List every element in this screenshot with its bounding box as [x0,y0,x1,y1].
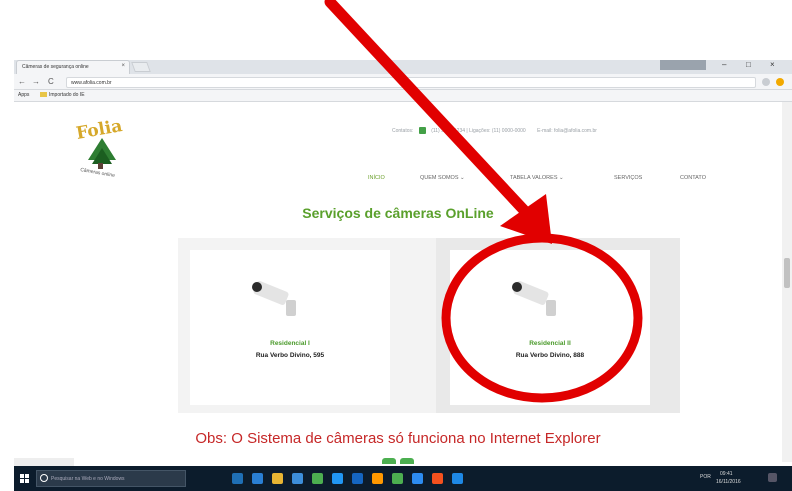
nav-quem-somos[interactable]: QUEM SOMOS ⌄ [420,175,465,181]
tray-time[interactable]: 09:41 [720,471,733,477]
app-icon[interactable] [352,473,363,484]
profile-chip[interactable] [660,60,706,70]
reload-icon[interactable]: C [48,77,54,86]
camera-mount [286,300,296,316]
close-tab-icon[interactable]: × [121,63,125,69]
card-1-address: Rua Verbo Divino, 595 [255,352,325,359]
app-icon[interactable] [332,473,343,484]
tree-icon-inner [92,148,112,164]
forward-icon[interactable]: → [32,77,40,86]
cortana-icon[interactable] [40,474,48,482]
nav-servicos[interactable]: SERVIÇOS [614,175,642,181]
app-icon[interactable] [372,473,383,484]
contact-email: E-mail: folia@afolia.com.br [537,127,597,134]
tree-trunk [98,163,103,169]
taskbar-search-input[interactable]: Pesquisar na Web e no Windows [36,470,186,487]
task-view-icon[interactable] [232,473,243,484]
new-tab-button[interactable] [131,62,151,72]
card-2-address: Rua Verbo Divino, 888 [515,352,585,359]
whatsapp-icon [418,127,426,134]
status-bar [14,458,74,466]
app-icon[interactable] [392,473,403,484]
camera-lens [512,282,522,292]
maximize-button[interactable]: □ [746,60,751,69]
float-button[interactable] [382,458,396,464]
nav-tabela-valores[interactable]: TABELA VALORES ⌄ [510,175,564,181]
bookmark-folder[interactable]: Importado do IE [40,92,85,98]
scrollbar-thumb[interactable] [784,258,790,288]
folder-icon [40,92,47,98]
camera-mount [546,300,556,316]
ie-icon[interactable] [452,473,463,484]
card-1-title[interactable]: Residencial I [190,340,390,347]
windows-start-icon[interactable] [20,474,30,484]
contact-phones: (11) 9000-1234 | Ligações: (11) 0000-000… [431,127,526,134]
tray-date[interactable]: 16/11/2016 [716,479,741,485]
app-icon[interactable] [412,473,423,484]
app-icon[interactable] [312,473,323,484]
camera-card-1[interactable] [190,250,390,405]
browser-tab[interactable]: Câmeras de segurança online × [16,60,130,74]
tab-title: Câmeras de segurança online [22,64,89,70]
camera-card-2[interactable] [450,250,650,405]
extension-icon[interactable] [762,78,770,86]
file-explorer-icon[interactable] [272,473,283,484]
notifications-icon[interactable] [768,473,777,482]
bookmarks-bar [14,90,792,102]
contact-strip: Contatos: (11) 9000-1234 | Ligações: (11… [392,127,597,134]
bookmark-apps[interactable]: Apps [18,92,29,98]
ie-only-note: Obs: O Sistema de câmeras só funciona no… [195,430,601,447]
nav-inicio[interactable]: INÍCIO [368,175,385,181]
section-title: Serviços de câmeras OnLine [302,205,494,221]
card-2-title[interactable]: Residencial II [450,340,650,347]
camera-lens [252,282,262,292]
screenshot: Câmeras de segurança online × – □ × ← → … [0,0,792,491]
minimize-button[interactable]: – [722,60,726,69]
close-window-button[interactable]: × [770,60,775,69]
address-bar[interactable]: www.afolia.com.br [66,77,756,88]
store-icon[interactable] [292,473,303,484]
edge-icon[interactable] [252,473,263,484]
tray-lang[interactable]: POR [700,474,711,480]
float-button[interactable] [400,458,414,464]
back-icon[interactable]: ← [18,77,26,86]
nav-contato[interactable]: CONTATO [680,175,706,181]
app-icon[interactable] [432,473,443,484]
menu-icon[interactable] [776,78,784,86]
bookmark-folder-label: Importado do IE [49,92,85,98]
contact-label: Contatos: [392,127,414,134]
